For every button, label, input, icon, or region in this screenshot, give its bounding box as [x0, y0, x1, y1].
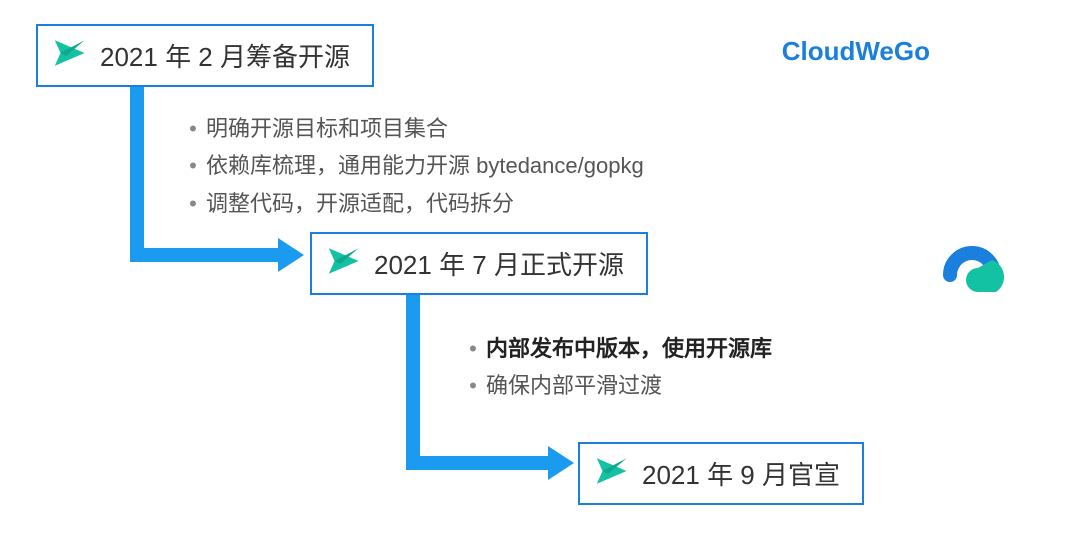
list-item: •明确开源目标和项目集合 — [180, 110, 644, 147]
milestone-title: 2021 年 7 月正式开源 — [374, 245, 624, 282]
list-item: •确保内部平滑过渡 — [460, 367, 772, 404]
list-item: •内部发布中版本，使用开源库 — [460, 330, 772, 367]
milestone-1-bullets: •明确开源目标和项目集合 •依赖库梳理，通用能力开源 bytedance/gop… — [180, 110, 644, 222]
milestone-2-bullets: •内部发布中版本，使用开源库 •确保内部平滑过渡 — [460, 330, 772, 405]
milestone-title: 2021 年 2 月筹备开源 — [100, 37, 350, 74]
list-item: •调整代码，开源适配，代码拆分 — [180, 185, 644, 222]
milestone-box-3: 2021 年 9 月官宣 — [578, 442, 864, 505]
milestone-box-1: 2021 年 2 月筹备开源 — [36, 24, 374, 87]
paper-plane-icon — [52, 36, 86, 75]
paper-plane-icon — [594, 454, 628, 493]
brand-title: CloudWeGo — [782, 36, 930, 67]
list-item: •依赖库梳理，通用能力开源 bytedance/gopkg — [180, 147, 644, 184]
milestone-box-2: 2021 年 7 月正式开源 — [310, 232, 648, 295]
milestone-title: 2021 年 9 月官宣 — [642, 455, 840, 492]
paper-plane-icon — [326, 244, 360, 283]
cloudwego-logo — [920, 220, 1020, 300]
